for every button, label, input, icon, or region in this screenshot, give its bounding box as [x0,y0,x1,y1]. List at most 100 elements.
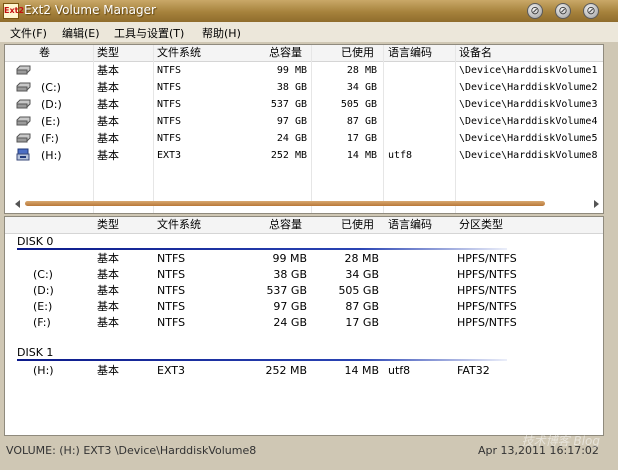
scroll-right-arrow-icon[interactable] [594,200,599,208]
partition-type: 基本 [97,316,119,329]
partition-type: 基本 [97,252,119,265]
scrollbar-thumb[interactable] [25,201,545,206]
hard-drive-icon [16,99,31,109]
minimize-button[interactable]: ⊘ [527,3,543,19]
close-button[interactable]: ⊘ [583,3,599,19]
volume-type: 基本 [97,81,119,94]
volume-used: 87 GB [346,116,377,127]
column-separator [455,45,456,213]
column-separator [153,45,154,213]
volume-device: \Device\HarddiskVolume5 [459,133,598,144]
volume-filesystem: NTFS [157,82,182,93]
volume-label: (H:) [41,149,62,162]
column-header-volume[interactable]: 卷 [39,45,50,61]
disk-divider [17,359,507,361]
partition-ptype: HPFS/NTFS [457,268,517,281]
column-header-used[interactable]: 已使用 [341,217,374,233]
volume-used: 17 GB [346,133,377,144]
menu-edit[interactable]: 编辑(E) [62,25,100,41]
volume-type: 基本 [97,98,119,111]
partition-used: 34 GB [345,268,379,281]
partition-type: 基本 [97,364,119,377]
column-header-filesystem[interactable]: 文件系统 [157,217,201,233]
volume-list[interactable]: 卷 类型 文件系统 总容量 已使用 语言编码 设备名 基本 NTFS 99 MB… [4,44,604,214]
volume-filesystem: NTFS [157,116,182,127]
partition-total: 252 MB [265,364,307,377]
partition-used: 28 MB [344,252,379,265]
column-separator [93,45,94,213]
partition-used: 505 GB [338,284,379,297]
window-title: Ext2 Volume Manager [24,3,156,17]
volume-filesystem: NTFS [157,99,182,110]
partition-ptype: HPFS/NTFS [457,300,517,313]
partition-codepage: utf8 [388,364,411,377]
volume-used: 14 MB [346,150,377,161]
column-header-partition-type[interactable]: 分区类型 [459,217,503,233]
partition-list-header [5,217,603,234]
partition-total: 97 GB [273,300,307,313]
partition-ptype: HPFS/NTFS [457,316,517,329]
partition-filesystem: NTFS [157,268,186,281]
column-header-type[interactable]: 类型 [97,45,119,61]
volume-label: (D:) [41,98,62,111]
partition-ptype: FAT32 [457,364,490,377]
volume-total: 24 GB [276,133,307,144]
maximize-button[interactable]: ⊘ [555,3,571,19]
column-header-codepage[interactable]: 语言编码 [388,45,432,61]
partition-label: (C:) [33,268,53,281]
volume-type: 基本 [97,149,119,162]
volume-device: \Device\HarddiskVolume8 [459,150,598,161]
volume-used: 34 GB [346,82,377,93]
volume-codepage: utf8 [388,150,413,161]
partition-filesystem: NTFS [157,284,186,297]
volume-label: (F:) [41,132,59,145]
partition-label: (E:) [33,300,53,313]
menu-tools[interactable]: 工具与设置(T) [114,25,184,41]
menu-help[interactable]: 帮助(H) [202,25,241,41]
hard-drive-icon [16,116,31,126]
partition-type: 基本 [97,300,119,313]
partition-filesystem: NTFS [157,252,186,265]
title-bar[interactable]: Ext2 Ext2 Volume Manager ⊘ ⊘ ⊘ [0,0,618,22]
partition-filesystem: EXT3 [157,364,186,377]
hard-drive-icon [16,82,31,92]
scroll-left-arrow-icon[interactable] [15,200,20,208]
column-header-used[interactable]: 已使用 [341,45,374,61]
column-header-total[interactable]: 总容量 [269,217,302,233]
column-header-codepage[interactable]: 语言编码 [388,217,432,233]
volume-used: 505 GB [340,99,377,110]
partition-type: 基本 [97,268,119,281]
hard-drive-icon [16,133,31,143]
partition-type: 基本 [97,284,119,297]
watermark-text: 51CTO.com [464,402,604,427]
volume-list-header [5,45,603,62]
partition-filesystem: NTFS [157,316,186,329]
volume-total: 99 MB [276,65,307,76]
menu-bar: 文件(F) 编辑(E) 工具与设置(T) 帮助(H) [0,22,618,42]
volume-total: 537 GB [270,99,307,110]
partition-ptype: HPFS/NTFS [457,284,517,297]
column-header-device[interactable]: 设备名 [459,45,492,61]
volume-total: 252 MB [270,150,307,161]
app-icon: Ext2 [3,3,24,19]
column-header-type[interactable]: 类型 [97,217,119,233]
partition-used: 87 GB [345,300,379,313]
volume-total: 38 GB [276,82,307,93]
partition-total: 537 GB [266,284,307,297]
hard-drive-icon [16,65,31,75]
volume-label: (E:) [41,115,61,128]
partition-label: (D:) [33,284,54,297]
partition-label: (F:) [33,316,51,329]
volume-device: \Device\HarddiskVolume3 [459,99,598,110]
column-header-filesystem[interactable]: 文件系统 [157,45,201,61]
partition-total: 38 GB [273,268,307,281]
volume-filesystem: NTFS [157,65,182,76]
horizontal-scrollbar[interactable] [15,199,599,209]
usb-drive-icon [16,148,30,161]
column-header-total[interactable]: 总容量 [269,45,302,61]
volume-used: 28 MB [346,65,377,76]
volume-total: 97 GB [276,116,307,127]
volume-device: \Device\HarddiskVolume2 [459,82,598,93]
menu-file[interactable]: 文件(F) [10,25,47,41]
watermark-subtext: 技术博客 Blog [521,434,600,448]
